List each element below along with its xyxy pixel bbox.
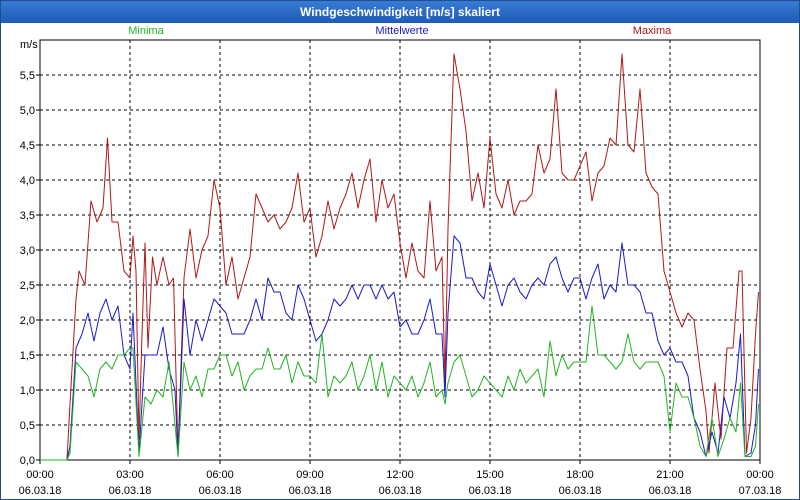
x-tick-date-label: 06.03.18 — [649, 485, 692, 497]
x-tick-time-label: 18:00 — [566, 469, 594, 481]
y-tick-label: 0,5 — [20, 420, 35, 432]
y-axis-label: m/s — [20, 39, 38, 51]
y-tick-label: 3,5 — [20, 210, 35, 222]
x-axis: 00:00 06.03.18 03:00 06.03.18 06:00 06.03.18 0… — [19, 460, 782, 497]
y-tick-label: 4,5 — [20, 140, 35, 152]
wind-speed-chart: 0,0 0,5 1,0 1,5 2,0 2,5 3,0 3,5 4,0 4,5 5,0 5,5 00:… — [19, 25, 782, 497]
x-tick-time-label: 12:00 — [386, 469, 414, 481]
y-tick-label: 2,5 — [20, 280, 35, 292]
legend-maxima: Maxima — [633, 25, 672, 37]
x-tick-date-label: 06.03.18 — [289, 485, 332, 497]
y-tick-label: 1,0 — [20, 385, 35, 397]
x-tick-date-label: 06.03.18 — [199, 485, 242, 497]
y-tick-label: 4,0 — [20, 175, 35, 187]
x-tick-date-label: 07.03.18 — [739, 485, 782, 497]
x-tick-time-label: 21:00 — [656, 469, 684, 481]
x-tick-time-label: 03:00 — [116, 469, 144, 481]
x-tick-date-label: 06.03.18 — [469, 485, 512, 497]
y-tick-label: 3,0 — [20, 245, 35, 257]
y-axis: 0,0 0,5 1,0 1,5 2,0 2,5 3,0 3,5 4,0 4,5 5,0 5,5 — [20, 70, 40, 467]
legend-minima: Minima — [128, 25, 164, 37]
x-tick-date-label: 06.03.18 — [559, 485, 602, 497]
y-tick-label: 5,5 — [20, 70, 35, 82]
x-tick-date-label: 06.03.18 — [19, 485, 62, 497]
x-tick-time-label: 09:00 — [296, 469, 324, 481]
x-tick-date-label: 06.03.18 — [109, 485, 152, 497]
y-tick-label: 1,5 — [20, 350, 35, 362]
x-tick-time-label: 15:00 — [476, 469, 504, 481]
y-tick-label: 2,0 — [20, 315, 35, 327]
x-tick-time-label: 00:00 — [746, 469, 774, 481]
y-tick-label: 5,0 — [20, 105, 35, 117]
x-tick-time-label: 00:00 — [26, 469, 54, 481]
legend-mittelwerte: Mittelwerte — [375, 25, 428, 37]
y-tick-label: 0,0 — [20, 455, 35, 467]
x-tick-time-label: 06:00 — [206, 469, 234, 481]
x-tick-date-label: 06.03.18 — [379, 485, 422, 497]
